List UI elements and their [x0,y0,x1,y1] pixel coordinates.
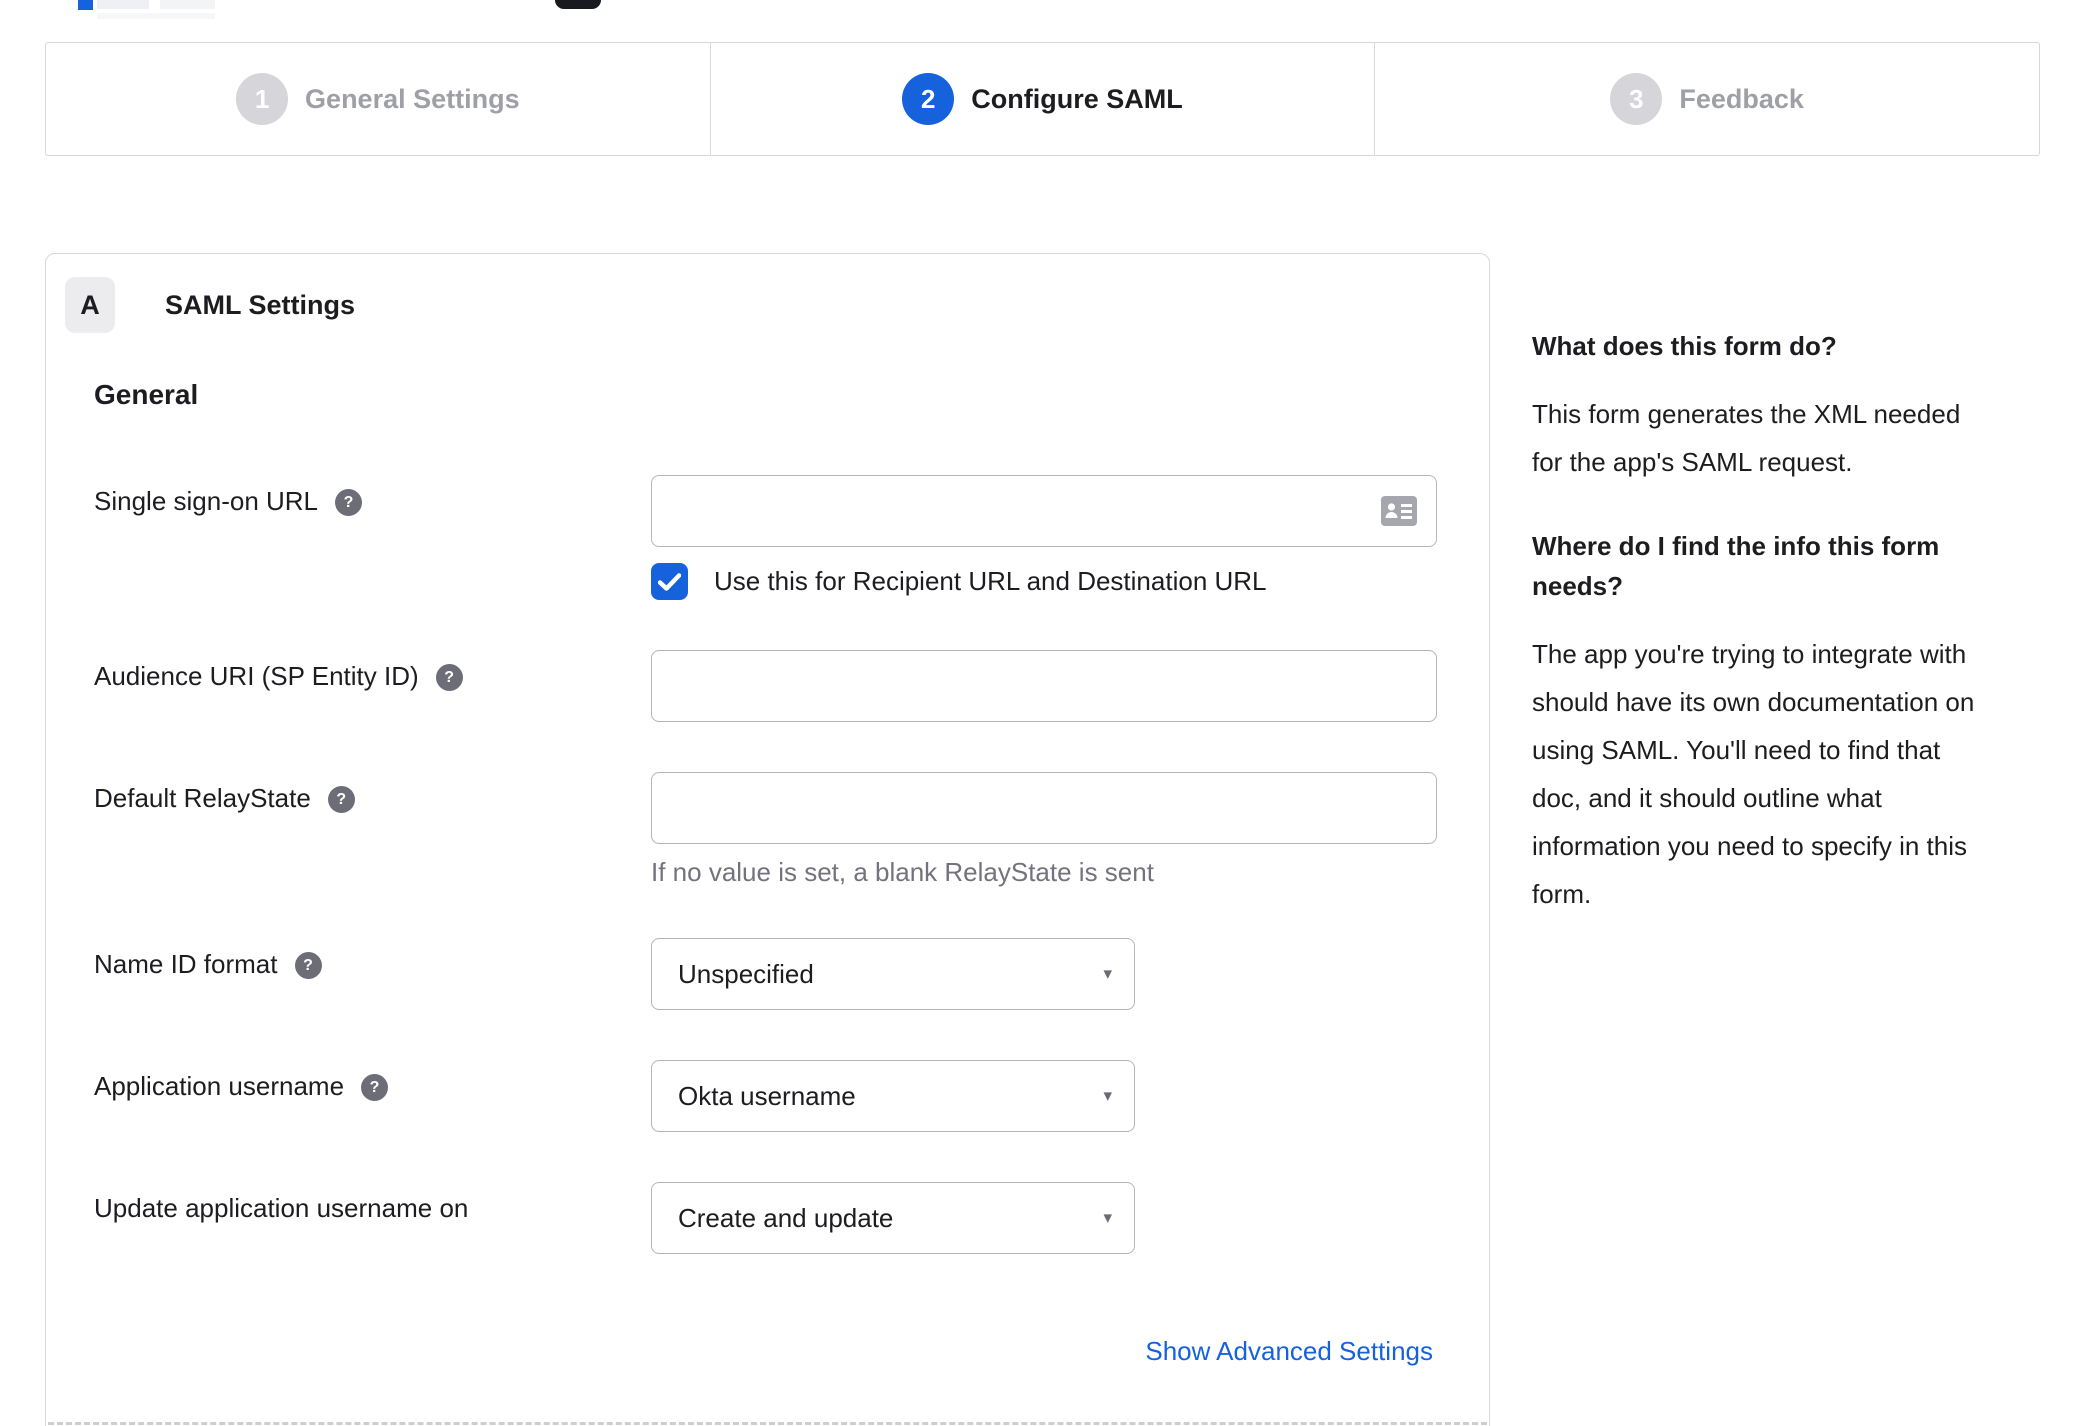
help-icon[interactable]: ? [335,489,363,516]
name-id-format-value: Unspecified [678,958,814,989]
section-header: A SAML Settings [65,277,1489,333]
sso-url-input[interactable] [651,475,1437,547]
update-username-label: Update application username on [94,1193,469,1223]
step-label: Configure SAML [971,83,1183,114]
cutoff-header-fragment [160,0,215,9]
update-username-label-wrap: Update application username on [94,1182,651,1254]
help-heading-1: What does this form do? [1532,331,1837,361]
cutoff-header-fragment-dark [555,0,601,9]
step-general-settings[interactable]: 1 General Settings [46,43,710,155]
configure-saml-page: 1 General Settings 2 Configure SAML 3 Fe… [0,0,2092,1426]
recipient-url-checkbox-row: Use this for Recipient URL and Destinati… [651,563,1441,600]
help-icon[interactable]: ? [361,1074,389,1101]
section-a-badge: A [65,277,115,333]
sso-url-label: Single sign-on URL [94,486,319,516]
sso-url-row: Single sign-on URL ? Use this for Recipi… [94,475,1489,600]
help-body-2: The app you're trying to integrate with … [1532,639,1975,909]
update-username-select[interactable]: Create and update ▾ [651,1182,1135,1254]
name-id-format-select[interactable]: Unspecified ▾ [651,938,1135,1010]
sso-url-label-wrap: Single sign-on URL ? [94,475,651,600]
audience-uri-input[interactable] [651,650,1437,722]
app-username-label: Application username [94,1071,345,1101]
chevron-down-icon: ▾ [1103,1086,1112,1105]
app-username-value: Okta username [678,1080,856,1111]
step-label: Feedback [1679,83,1804,114]
cutoff-header-fragment-blue [78,0,93,10]
step-feedback[interactable]: 3 Feedback [1374,43,2039,155]
app-username-row: Application username ? Okta username ▾ [94,1060,1489,1132]
chevron-down-icon: ▾ [1103,964,1112,983]
step-number-badge: 1 [236,73,289,125]
show-advanced-settings-link[interactable]: Show Advanced Settings [1145,1336,1433,1366]
sso-url-control: Use this for Recipient URL and Destinati… [651,475,1441,600]
wizard-stepper: 1 General Settings 2 Configure SAML 3 Fe… [45,42,2040,156]
checkmark-icon [658,572,681,591]
step-number-badge: 2 [902,73,955,125]
audience-uri-label: Audience URI (SP Entity ID) [94,661,419,691]
app-username-label-wrap: Application username ? [94,1060,651,1132]
update-username-value: Create and update [678,1202,894,1233]
cutoff-header-fragment [97,13,215,19]
help-heading-2: Where do I find the info this form needs… [1532,531,1940,601]
section-divider [48,1422,1487,1425]
audience-uri-label-wrap: Audience URI (SP Entity ID) ? [94,650,651,722]
contact-card-icon [1381,496,1417,526]
saml-settings-card: A SAML Settings General Single sign-on U… [45,253,1490,1426]
sso-url-input-wrap [651,475,1437,547]
relay-state-input-wrap [651,772,1437,844]
help-icon[interactable]: ? [294,952,322,979]
name-id-format-label: Name ID format [94,949,278,979]
name-id-format-control: Unspecified ▾ [651,938,1441,1010]
chevron-down-icon: ▾ [1103,1208,1112,1227]
app-username-select[interactable]: Okta username ▾ [651,1060,1135,1132]
name-id-format-row: Name ID format ? Unspecified ▾ [94,938,1489,1010]
general-heading: General [94,379,199,410]
update-username-control: Create and update ▾ [651,1182,1441,1254]
advanced-settings-row: Show Advanced Settings [94,1336,1489,1367]
help-icon[interactable]: ? [327,786,355,813]
name-id-format-label-wrap: Name ID format ? [94,938,651,1010]
relay-state-label: Default RelayState [94,783,311,813]
cutoff-header-fragment [97,0,149,9]
recipient-url-checkbox-label: Use this for Recipient URL and Destinati… [714,566,1267,596]
step-configure-saml[interactable]: 2 Configure SAML [709,43,1375,155]
help-sidebar: What does this form do? This form genera… [1532,326,1987,958]
recipient-url-checkbox[interactable] [651,563,688,600]
relay-state-hint: If no value is set, a blank RelayState i… [651,857,1154,887]
relay-state-label-wrap: Default RelayState ? [94,772,651,888]
saml-form: Single sign-on URL ? Use this for Recipi… [94,475,1489,1367]
relay-state-input[interactable] [651,772,1437,844]
step-label: General Settings [305,83,520,114]
help-icon[interactable]: ? [435,664,463,691]
audience-uri-row: Audience URI (SP Entity ID) ? [94,650,1489,722]
audience-uri-input-wrap [651,650,1437,722]
section-title: SAML Settings [165,289,356,320]
audience-uri-control [651,650,1441,722]
step-number-badge: 3 [1610,73,1663,125]
app-username-control: Okta username ▾ [651,1060,1441,1132]
update-username-row: Update application username on Create an… [94,1182,1489,1254]
relay-state-row: Default RelayState ? If no value is set,… [94,772,1489,888]
help-body-1: This form generates the XML needed for t… [1532,399,1961,477]
relay-state-control: If no value is set, a blank RelayState i… [651,772,1441,888]
